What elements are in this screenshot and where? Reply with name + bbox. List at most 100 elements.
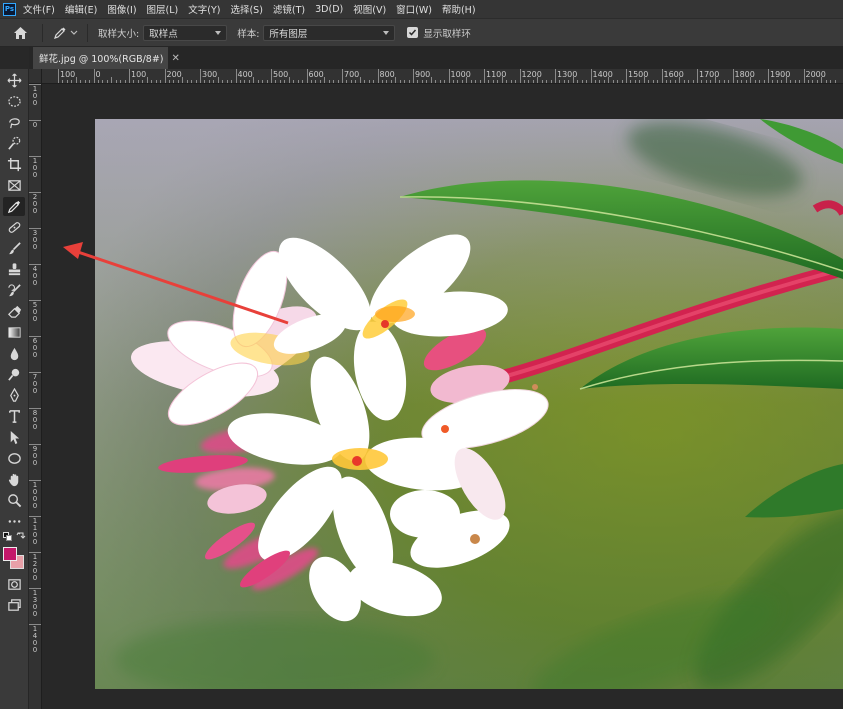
ruler-major-tick bbox=[58, 69, 59, 83]
eyedropper-tool-icon[interactable] bbox=[3, 197, 25, 216]
menu-filter[interactable]: 滤镜(T) bbox=[273, 2, 305, 16]
horizontal-ruler[interactable]: 100 0 100 200 300 400 500 600 700 800 900 1000 1100 1… bbox=[42, 69, 843, 84]
default-colors-icon[interactable] bbox=[3, 532, 12, 541]
ruler-major-tick bbox=[803, 69, 805, 83]
ruler-minor-tick bbox=[834, 80, 836, 83]
screen-mode-icon[interactable] bbox=[3, 596, 25, 615]
menu-image[interactable]: 图像(I) bbox=[107, 2, 136, 16]
ruler-minor-tick bbox=[586, 80, 588, 83]
sample-label: 样本: bbox=[237, 28, 260, 40]
ruler-tick-label: 700 bbox=[32, 373, 38, 395]
ruler-major-tick bbox=[29, 444, 41, 445]
ruler-minor-tick bbox=[523, 80, 525, 83]
ruler-minor-tick bbox=[359, 77, 361, 83]
quick-mask-icon[interactable] bbox=[3, 575, 25, 594]
ruler-minor-tick bbox=[191, 80, 193, 83]
ruler-minor-tick bbox=[324, 77, 326, 83]
sample-select[interactable]: 所有图层 bbox=[263, 24, 396, 41]
ruler-minor-tick bbox=[670, 80, 672, 83]
ruler-major-tick bbox=[29, 372, 41, 373]
ruler-minor-tick bbox=[421, 80, 423, 83]
menu-3d[interactable]: 3D(D) bbox=[315, 4, 343, 15]
blur-tool-icon[interactable] bbox=[3, 344, 25, 363]
close-icon[interactable]: ✕ bbox=[172, 53, 180, 64]
quick-select-tool-icon[interactable] bbox=[3, 134, 25, 153]
document-tab[interactable]: 鲜花.jpg @ 100%(RGB/8#) ✕ bbox=[33, 47, 180, 69]
ruler-minor-tick bbox=[563, 80, 565, 83]
options-divider bbox=[42, 23, 43, 42]
zoom-tool-icon[interactable] bbox=[3, 491, 25, 510]
marquee-tool-icon[interactable] bbox=[3, 92, 25, 111]
options-bar: 取样大小: 取样点 样本: 所有图层 显示取样环 bbox=[0, 18, 843, 47]
ruler-tick-label: 1600 bbox=[663, 70, 684, 79]
ruler-minor-tick bbox=[723, 80, 725, 83]
healing-brush-tool-icon[interactable] bbox=[3, 218, 25, 237]
gradient-tool-icon[interactable] bbox=[3, 323, 25, 342]
ruler-minor-tick bbox=[692, 80, 694, 83]
ruler-minor-tick bbox=[719, 80, 721, 83]
ruler-minor-tick bbox=[355, 80, 357, 83]
menu-layer[interactable]: 图层(L) bbox=[147, 2, 179, 16]
ruler-minor-tick bbox=[688, 80, 690, 83]
foreground-color-swatch[interactable] bbox=[3, 547, 17, 561]
menu-edit[interactable]: 编辑(E) bbox=[65, 2, 97, 16]
vertical-ruler[interactable]: 1000100200300400500600700800900100011001… bbox=[29, 84, 42, 709]
ruler-tick-label: 100 bbox=[32, 85, 38, 107]
hand-tool-icon[interactable] bbox=[3, 470, 25, 489]
menu-help[interactable]: 帮助(H) bbox=[442, 2, 476, 16]
menu-select[interactable]: 选择(S) bbox=[230, 2, 262, 16]
frame-tool-icon[interactable] bbox=[3, 176, 25, 195]
ruler-tick-label: 1200 bbox=[32, 553, 38, 582]
ruler-minor-tick bbox=[319, 80, 321, 83]
brush-tool-icon[interactable] bbox=[3, 239, 25, 258]
ruler-minor-tick bbox=[790, 80, 792, 83]
ruler-major-tick bbox=[661, 69, 663, 83]
ruler-minor-tick bbox=[461, 80, 463, 83]
ruler-major-tick bbox=[519, 69, 521, 83]
show-sampling-ring-checkbox[interactable] bbox=[407, 27, 419, 38]
ellipse-tool-icon[interactable] bbox=[3, 449, 25, 468]
menu-type[interactable]: 文字(Y) bbox=[188, 2, 220, 16]
ruler-minor-tick bbox=[213, 80, 215, 83]
photoshop-logo[interactable]: Ps bbox=[3, 2, 16, 16]
ruler-tick-label: 300 bbox=[202, 70, 218, 79]
dodge-tool-icon[interactable] bbox=[3, 365, 25, 384]
ruler-major-tick bbox=[413, 69, 414, 83]
clone-stamp-tool-icon[interactable] bbox=[3, 260, 25, 279]
ruler-major-tick bbox=[29, 192, 41, 193]
ruler-tick-label: 800 bbox=[32, 409, 38, 431]
menu-file[interactable]: 文件(F) bbox=[23, 2, 55, 16]
tool-preset-picker[interactable] bbox=[53, 26, 83, 40]
lasso-tool-icon[interactable] bbox=[3, 113, 25, 132]
eraser-tool-icon[interactable] bbox=[3, 302, 25, 321]
menu-window[interactable]: 窗口(W) bbox=[396, 2, 432, 16]
type-tool-icon[interactable] bbox=[3, 407, 25, 426]
ruler-origin[interactable] bbox=[29, 69, 42, 84]
history-brush-tool-icon[interactable] bbox=[3, 281, 25, 300]
path-selection-tool-icon[interactable] bbox=[3, 428, 25, 447]
crop-tool-icon[interactable] bbox=[3, 155, 25, 174]
ruler-tick-label: 400 bbox=[32, 265, 38, 287]
ruler-minor-tick bbox=[710, 80, 712, 83]
ruler-minor-tick bbox=[75, 77, 77, 83]
ruler-minor-tick bbox=[577, 80, 579, 83]
ruler-minor-tick bbox=[333, 80, 335, 83]
ruler-minor-tick bbox=[177, 80, 179, 83]
pen-tool-icon[interactable] bbox=[3, 386, 25, 405]
ruler-tick-label: 600 bbox=[32, 337, 38, 359]
ruler-major-tick bbox=[29, 624, 41, 625]
canvas-area[interactable] bbox=[43, 85, 843, 709]
ruler-minor-tick bbox=[204, 80, 206, 83]
ruler-tick-label: 100 bbox=[32, 157, 38, 179]
menu-view[interactable]: 视图(V) bbox=[353, 2, 386, 16]
sample-size-select[interactable]: 取样点 bbox=[143, 24, 228, 41]
more-tools-icon[interactable] bbox=[3, 512, 25, 531]
move-tool-icon[interactable] bbox=[3, 71, 25, 90]
sample-size-label: 取样大小: bbox=[98, 28, 140, 40]
ruler-minor-tick bbox=[679, 77, 681, 83]
home-icon[interactable] bbox=[10, 23, 30, 43]
ruler-minor-tick bbox=[120, 80, 122, 83]
swap-colors-icon[interactable] bbox=[16, 531, 26, 541]
ruler-minor-tick bbox=[350, 80, 352, 83]
ruler-minor-tick bbox=[705, 80, 707, 83]
